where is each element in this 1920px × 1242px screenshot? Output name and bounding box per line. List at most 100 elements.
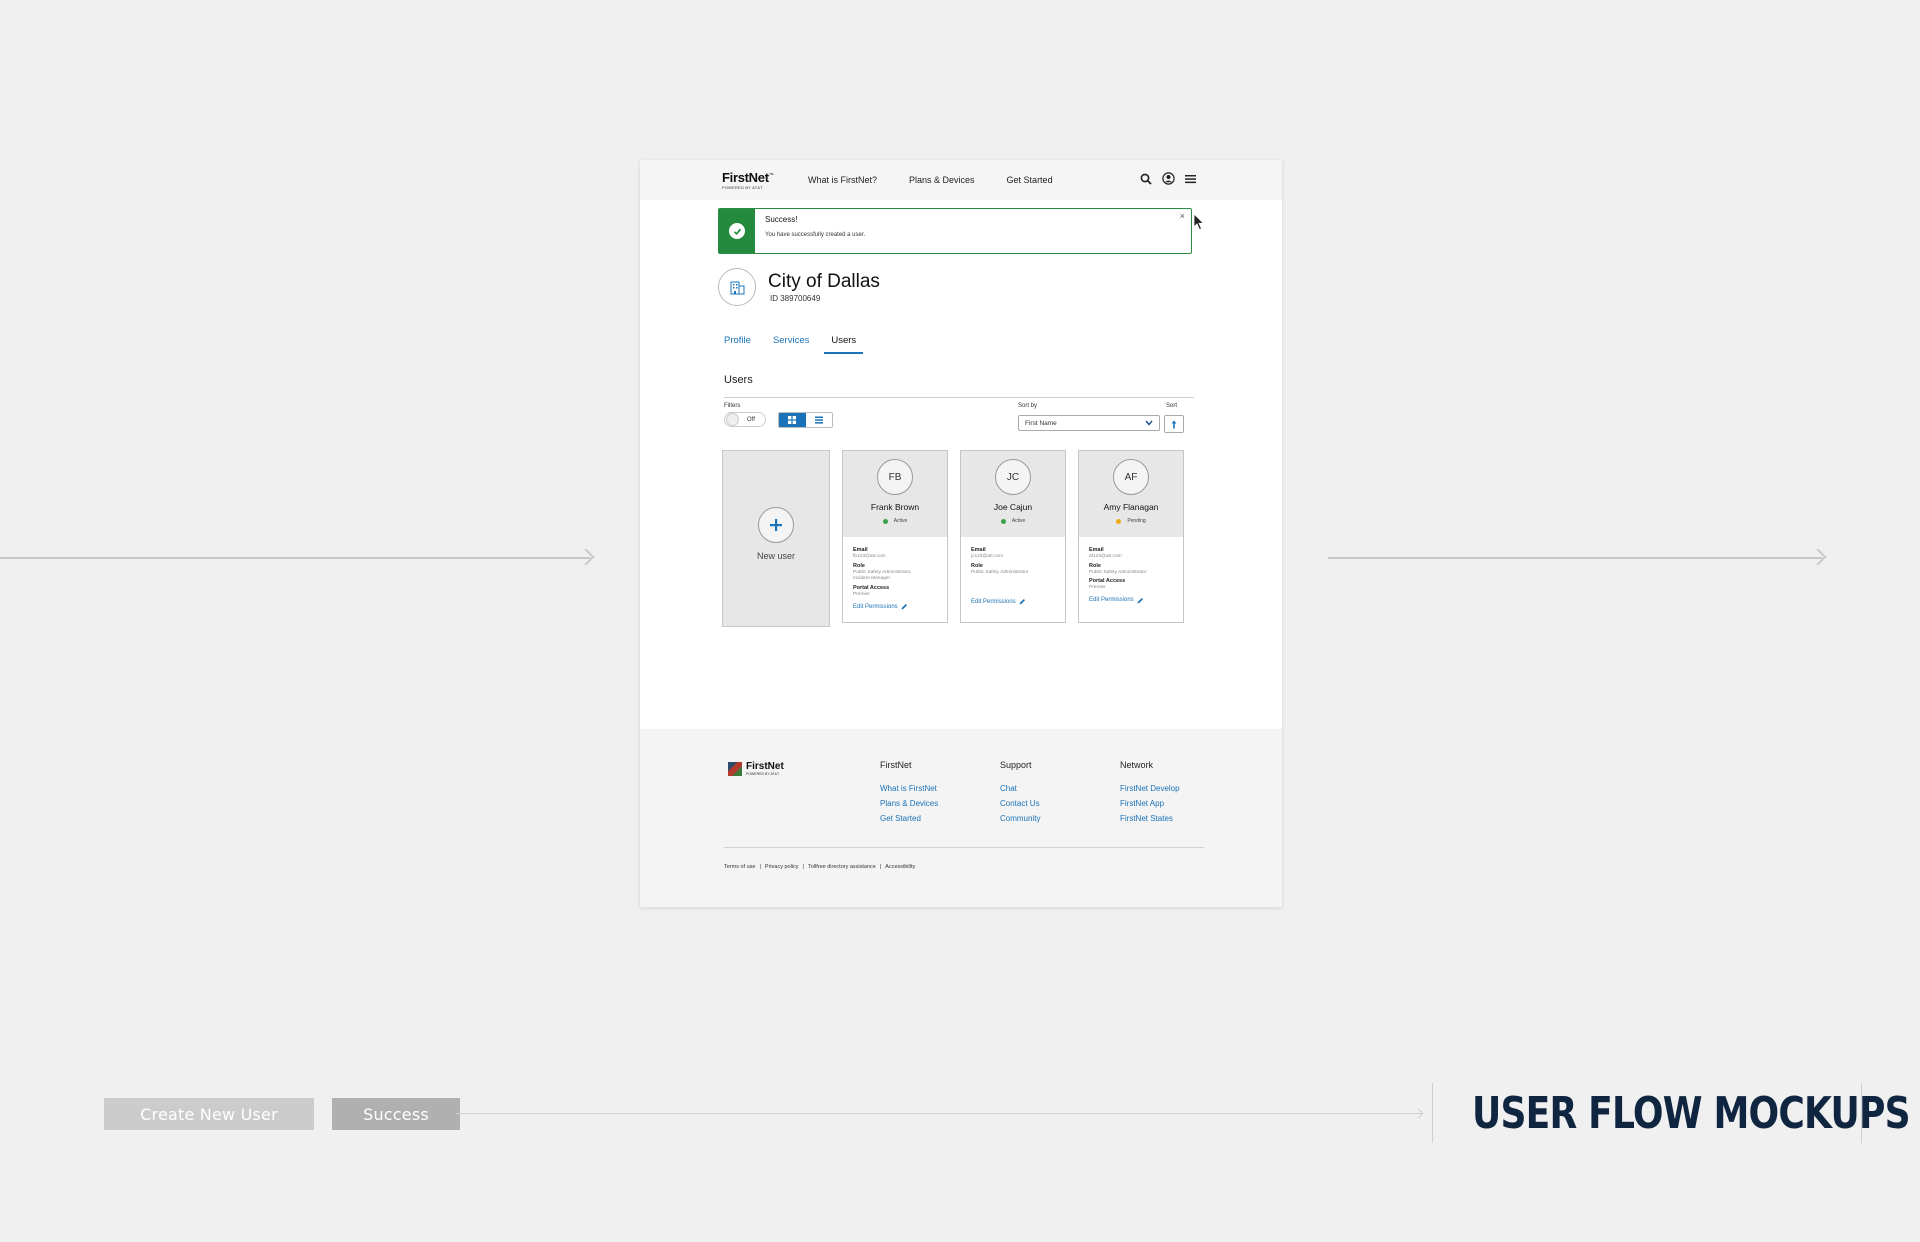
org-id: ID 389700649 [770, 293, 821, 303]
edit-permissions-link[interactable]: Edit Permissions [1089, 597, 1173, 604]
new-user-card[interactable]: New user [722, 450, 830, 627]
firstnet-flag-icon [728, 762, 742, 777]
footer-link[interactable]: FirstNet States [1120, 814, 1180, 823]
footer-link[interactable]: Get Started [880, 814, 938, 823]
page-heading: USER FLOW MOCKUPS [1472, 1088, 1911, 1139]
role-label: Role [1089, 562, 1101, 569]
user-avatar: FB [877, 459, 913, 495]
status-badge: Active [1000, 518, 1025, 524]
user-card: FB Frank Brown Active Email fb123@att.co… [842, 450, 948, 623]
flow-steps: Create New User Success [104, 1098, 460, 1130]
footer-logo-powered: POWERED BY AT&T [746, 772, 780, 776]
tab-profile[interactable]: Profile [724, 335, 751, 352]
new-user-label: New user [756, 550, 795, 561]
user-name: Amy Flanagan [1103, 502, 1159, 512]
tab-users[interactable]: Users [824, 335, 863, 354]
user-account-icon[interactable] [1162, 172, 1175, 185]
sort-by-select[interactable]: First Name [1018, 415, 1160, 431]
footer-col-firstnet: FirstNet What is FirstNet Plans & Device… [880, 760, 938, 829]
footer-col-network: Network FirstNet Develop FirstNet App Fi… [1120, 760, 1180, 829]
accessibility-link[interactable]: Accessibility [885, 864, 915, 870]
toggle-text: Off [747, 416, 755, 423]
section-divider [724, 397, 1194, 398]
footer-col-support: Support Chat Contact Us Community [1000, 760, 1040, 829]
user-card: AF Amy Flanagan Pending Email af123@att.… [1078, 450, 1184, 623]
user-email: af123@att.com [1089, 554, 1122, 560]
search-icon[interactable] [1140, 173, 1152, 185]
footer-divider [724, 847, 1204, 848]
sort-direction-button[interactable] [1164, 415, 1184, 433]
nav-what-is-firstnet[interactable]: What is FirstNet? [808, 175, 877, 185]
portal-access-value: Premier [853, 591, 870, 597]
org-name: City of Dallas [768, 270, 880, 292]
privacy-link[interactable]: Privacy policy [765, 864, 799, 870]
footer-link[interactable]: Contact Us [1000, 799, 1040, 808]
success-alert: Success! You have successfully created a… [718, 208, 1192, 254]
main-nav: What is FirstNet? Plans & Devices Get St… [808, 175, 1053, 185]
role-label: Role [971, 562, 983, 569]
user-email: fb123@att.com [853, 554, 886, 560]
legal-separator: | [759, 864, 761, 870]
status-badge: Pending [1116, 518, 1146, 524]
mockup-screen: FirstNet™ POWERED BY AT&T What is FirstN… [640, 160, 1282, 907]
header-icons [1140, 172, 1196, 185]
role-label: Role [853, 562, 865, 569]
edit-permissions-link[interactable]: Edit Permissions [971, 598, 1055, 605]
legal-links: Terms of use | Privacy policy | Tollfree… [724, 864, 915, 870]
nav-get-started[interactable]: Get Started [1007, 175, 1053, 185]
firstnet-logo[interactable]: FirstNet™ POWERED BY AT&T [722, 171, 808, 190]
grid-view-icon[interactable] [779, 413, 806, 427]
footer-link[interactable]: What is FirstNet [880, 784, 938, 793]
heading-divider-left [1432, 1083, 1433, 1143]
footer-heading: Support [1000, 760, 1032, 770]
footer-link[interactable]: Chat [1000, 784, 1040, 793]
user-role: Public Safety Administrator [971, 569, 1029, 575]
user-card: JC Joe Cajun Active Email jc123@att.com … [960, 450, 1066, 623]
step-create-new-user[interactable]: Create New User [104, 1098, 314, 1130]
alert-title: Success! [765, 215, 798, 224]
step-success[interactable]: Success [332, 1098, 460, 1130]
plus-icon [758, 506, 794, 543]
nav-plans-devices[interactable]: Plans & Devices [909, 175, 975, 185]
sort-label: Sort [1166, 403, 1178, 409]
footer-logo[interactable]: FirstNet POWERED BY AT&T [728, 762, 784, 777]
sort-by-label: Sort by [1018, 403, 1038, 409]
legal-separator: | [802, 864, 804, 870]
filters-toggle[interactable]: Off [724, 412, 766, 427]
user-role: Public Safety Administrator [1089, 569, 1147, 575]
tab-services[interactable]: Services [773, 335, 809, 352]
filters-label: Filters [724, 403, 741, 409]
footer-link[interactable]: FirstNet App [1120, 799, 1180, 808]
user-role: Public Safety Administrator, Incident Man… [853, 569, 912, 582]
check-icon [729, 223, 745, 239]
tollfree-link[interactable]: Tollfree directory assistance [808, 864, 876, 870]
flow-arrow-left [0, 548, 595, 566]
view-switch [778, 412, 833, 428]
alert-message: You have successfully created a user. [765, 232, 866, 238]
terms-link[interactable]: Terms of use [724, 864, 755, 870]
flow-arrow-right [1328, 548, 1827, 566]
status-badge: Active [882, 518, 907, 524]
footer-heading: Network [1120, 760, 1154, 770]
list-view-icon[interactable] [805, 413, 832, 427]
pencil-icon [901, 604, 907, 610]
footer-link[interactable]: FirstNet Develop [1120, 784, 1180, 793]
arrow-up-icon [1171, 420, 1177, 428]
user-email: jc123@att.com [971, 554, 1004, 560]
flow-steps-line [456, 1113, 1422, 1114]
site-footer: FirstNet POWERED BY AT&T FirstNet What i… [640, 729, 1282, 907]
portal-access-label: Portal Access [853, 584, 890, 591]
footer-heading: FirstNet [880, 760, 912, 770]
sort-by-value: First Name [1025, 419, 1057, 427]
users-section-title: Users [724, 374, 753, 386]
footer-link[interactable]: Plans & Devices [880, 799, 938, 808]
pencil-icon [1137, 597, 1143, 604]
mouse-cursor-icon [1193, 213, 1205, 231]
logo-brand: FirstNet™ [722, 169, 774, 185]
edit-permissions-link[interactable]: Edit Permissions [853, 603, 937, 610]
footer-link[interactable]: Community [1000, 814, 1040, 823]
footer-logo-brand: FirstNet [746, 761, 784, 772]
menu-icon[interactable] [1185, 174, 1196, 184]
close-icon[interactable]: × [1180, 211, 1185, 221]
user-avatar: AF [1113, 459, 1149, 495]
